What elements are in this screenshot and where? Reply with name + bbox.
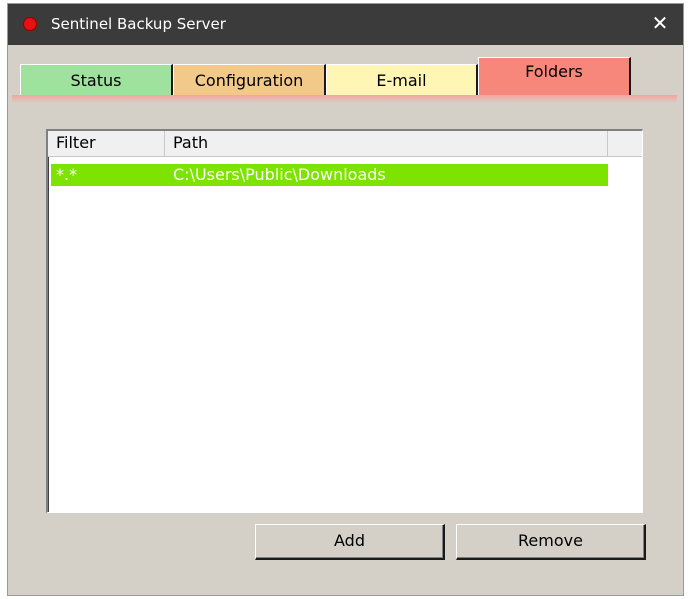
red-circle-icon	[23, 17, 37, 31]
tab-email[interactable]: E-mail	[326, 64, 478, 96]
path-cell: C:\Users\Public\Downloads	[173, 165, 386, 184]
title-bar[interactable]: Sentinel Backup Server ✕	[8, 4, 683, 45]
close-button[interactable]: ✕	[637, 4, 683, 45]
add-button[interactable]: Add	[255, 524, 445, 560]
list-item[interactable]: *.* C:\Users\Public\Downloads	[51, 164, 608, 186]
tab-configuration[interactable]: Configuration	[173, 64, 326, 96]
tab-status[interactable]: Status	[20, 64, 173, 96]
app-window: Sentinel Backup Server ✕ Status Configur…	[8, 4, 683, 595]
column-header-path[interactable]: Path	[165, 131, 608, 156]
filter-cell: *.*	[56, 165, 78, 184]
folders-list[interactable]: Filter Path *.* C:\Users\Public\Download…	[46, 129, 643, 513]
remove-button[interactable]: Remove	[456, 524, 646, 560]
window-title: Sentinel Backup Server	[51, 15, 226, 33]
tab-folders[interactable]: Folders	[478, 57, 631, 97]
tab-indicator	[12, 95, 677, 103]
list-header: Filter Path	[48, 131, 642, 157]
column-header-filter[interactable]: Filter	[48, 131, 165, 156]
